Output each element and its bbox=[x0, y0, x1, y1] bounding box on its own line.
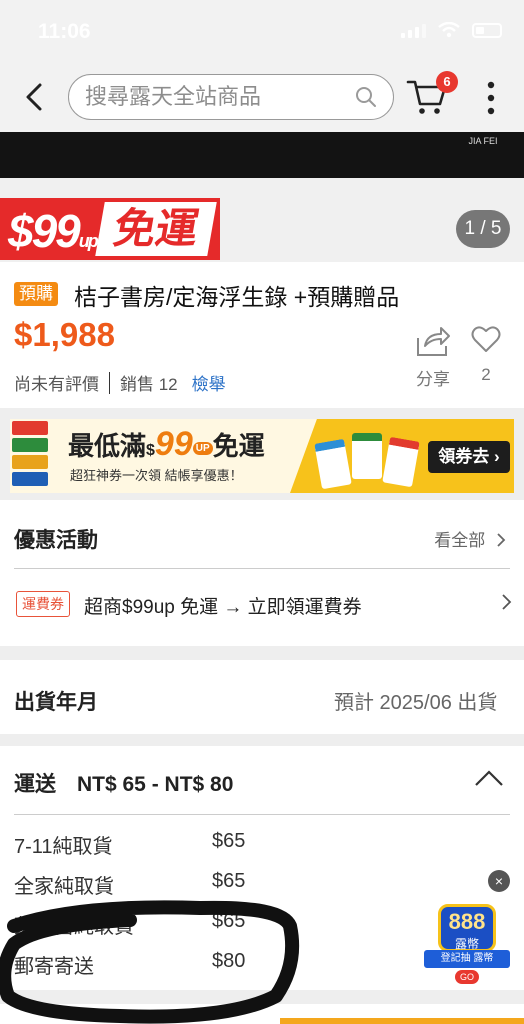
ship-date-section: 出貨年月 預計 2025/06 出貨 bbox=[0, 660, 524, 734]
status-icons bbox=[401, 22, 502, 38]
coin-amount: 888 bbox=[448, 909, 486, 934]
chevron-up-icon[interactable] bbox=[474, 768, 504, 788]
coupon-subtitle: 超狂神券一次領 結帳享優惠！ bbox=[70, 468, 243, 483]
wifi-icon bbox=[438, 22, 460, 38]
shipping-coupon-tag: 運費券 bbox=[16, 591, 70, 617]
shipping-price: $65 bbox=[212, 870, 246, 892]
coin-badge: 888 露幣 bbox=[438, 904, 496, 952]
free-shipping-ribbon: $99up 免運 bbox=[0, 198, 220, 260]
product-meta: 尚未有評價 銷售 12 檢舉 bbox=[14, 370, 226, 395]
like-button[interactable]: 2 bbox=[468, 324, 504, 385]
search-bar[interactable] bbox=[68, 74, 394, 120]
shipping-method: 全家純取貨 bbox=[14, 876, 114, 898]
sales-count: 銷售 12 bbox=[120, 375, 178, 394]
product-info: 預購 桔子書房/定海浮生錄 +預購贈品 $1,988 尚未有評價 銷售 12 檢… bbox=[0, 262, 524, 408]
promo-free-shipping: 免運 bbox=[95, 202, 217, 256]
shipping-price: $80 bbox=[212, 950, 246, 972]
shipping-price: $65 bbox=[212, 830, 246, 852]
battery-icon bbox=[472, 22, 502, 38]
shipping-title[interactable]: 運送 NT$ 65 - NT$ 80 bbox=[14, 768, 233, 798]
shipping-coupon-offer[interactable]: 超商$99up 免運 → 立即領運費券 bbox=[84, 592, 362, 619]
shipping-method: 郵寄寄送 bbox=[14, 956, 94, 978]
share-label: 分享 bbox=[416, 370, 450, 389]
share-button[interactable]: 分享 bbox=[412, 324, 454, 390]
shipping-price: $65 bbox=[212, 910, 246, 932]
image-page-indicator: 1 / 5 bbox=[456, 210, 510, 248]
cart-count-badge: 6 bbox=[436, 71, 458, 93]
product-image[interactable] bbox=[0, 132, 524, 178]
coupon-title: 最低滿$99 UP 免運 bbox=[68, 425, 265, 463]
more-options-icon[interactable] bbox=[485, 80, 497, 116]
chevron-right-icon bbox=[497, 533, 506, 547]
report-link[interactable]: 檢舉 bbox=[192, 370, 226, 395]
back-arrow-icon[interactable] bbox=[22, 82, 48, 112]
divider bbox=[109, 371, 110, 394]
promotions-section: 優惠活動 看全部 運費券 超商$99up 免運 → 立即領運費券 bbox=[0, 500, 524, 646]
preorder-tag: 預購 bbox=[14, 282, 58, 306]
promo-price: $99up bbox=[8, 205, 99, 257]
chevron-right-icon[interactable] bbox=[500, 593, 512, 611]
view-all-link[interactable]: 看全部 bbox=[434, 526, 506, 551]
search-icon[interactable] bbox=[355, 86, 377, 108]
ship-date-label: 出貨年月 bbox=[14, 691, 98, 714]
heart-icon bbox=[471, 326, 501, 352]
floating-coin-promo[interactable]: 888 露幣 登記抽 露幣 GO bbox=[424, 898, 510, 988]
cellular-signal-icon bbox=[401, 22, 426, 38]
brand-watermark: JIA FEI bbox=[468, 136, 498, 146]
promotions-title: 優惠活動 bbox=[14, 529, 98, 552]
bottom-action-bar bbox=[0, 1004, 524, 1024]
get-coupon-button[interactable]: 領券去 › bbox=[428, 441, 510, 473]
like-count: 2 bbox=[481, 365, 491, 384]
search-input[interactable] bbox=[85, 83, 345, 111]
coin-ribbon: 登記抽 露幣 bbox=[424, 950, 510, 968]
divider bbox=[14, 568, 510, 569]
shipping-method: 萊爾富純取貨 bbox=[14, 916, 134, 938]
ship-date-value: 預計 2025/06 出貨 bbox=[334, 692, 498, 714]
share-icon bbox=[417, 327, 450, 356]
coupon-banner[interactable]: 最低滿$99 UP 免運 超狂神券一次領 結帳享優惠！ 領券去 › bbox=[10, 419, 514, 493]
close-icon[interactable]: × bbox=[488, 870, 510, 892]
product-price: $1,988 bbox=[14, 316, 115, 353]
rating-text: 尚未有評價 bbox=[14, 375, 99, 394]
shipping-method: 7-11純取貨 bbox=[14, 836, 113, 858]
convenience-store-logos bbox=[12, 421, 52, 491]
divider bbox=[14, 814, 510, 815]
product-title: 桔子書房/定海浮生錄 +預購贈品 bbox=[74, 284, 400, 310]
status-time: 11:06 bbox=[38, 20, 91, 43]
coupon-cards-illustration bbox=[314, 429, 424, 490]
bottom-accent bbox=[280, 1018, 524, 1024]
top-bar: 11:06 6 bbox=[0, 0, 524, 132]
go-button[interactable]: GO bbox=[455, 970, 479, 984]
